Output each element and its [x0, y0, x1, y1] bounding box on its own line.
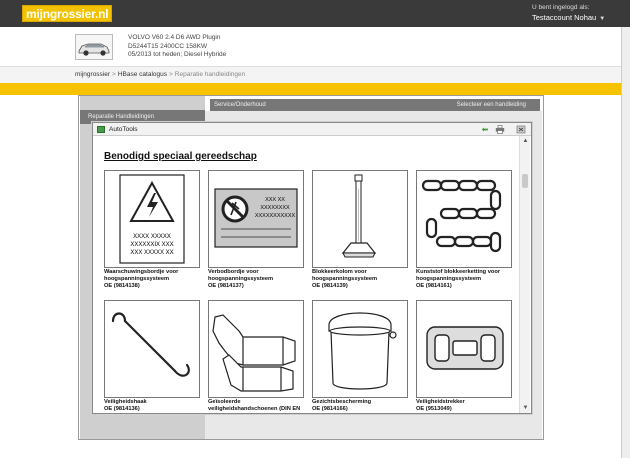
vehicle-description: VOLVO V60 2.4 D6 AWD Plugin D5244T15 240… — [128, 34, 226, 60]
locking-pole-icon — [312, 170, 408, 268]
vehicle-model: VOLVO V60 2.4 D6 AWD Plugin — [128, 34, 221, 41]
select-manual-label[interactable]: Selecteer een handleiding — [457, 99, 526, 111]
tool-name: Blokkeerkolom voor hoogspanningssysteem — [312, 269, 378, 282]
tool-card-face-shield[interactable]: Gezichtsbescherming OE (9814166) — [312, 300, 408, 413]
tool-card-warning-sign[interactable]: XXXX XXXXX XXXXXXIX XXX XXX XXXXX XX Waa… — [104, 170, 200, 289]
tool-name: Waarschuwingsbordje voor hoogspanningssy… — [104, 269, 179, 282]
sign-text-line-2: XXXXXXXX — [260, 205, 290, 211]
tool-card-prohibition-sign[interactable]: XXX XX XXXXXXXX XXXXXXXXXXX Verbodbordje… — [208, 170, 304, 289]
scroll-thumb[interactable] — [522, 174, 528, 188]
face-shield-icon — [312, 300, 408, 398]
plastic-chain-icon — [416, 170, 512, 268]
dialog-title: AutoTools — [109, 126, 138, 133]
breadcrumb-current: Reparatie handleidingen — [174, 71, 246, 78]
tool-code: OE (9814137) — [208, 282, 244, 289]
tool-name: Kunststof blokkeerketting voor hoogspann… — [416, 269, 501, 282]
insulated-gloves-icon — [208, 300, 304, 398]
sign-text-line-1: XXXX XXXXX — [133, 234, 171, 240]
page-scrollbar[interactable] — [621, 27, 630, 458]
tab-service[interactable]: Service/Onderhoud — [214, 102, 266, 108]
vehicle-period: 05/2013 tot heden; Diesel Hybride — [128, 51, 227, 58]
tool-name: Verbodbordje voor hoogspanningssysteem — [208, 269, 274, 282]
tool-card-safety-hook[interactable]: Veiligheidshaak OE (9814136) — [104, 300, 200, 413]
back-arrow-icon[interactable]: ⬅ — [480, 125, 490, 134]
chevron-down-icon: ▼ — [599, 16, 606, 22]
dialog-scrollbar[interactable]: ▲ ▼ — [519, 136, 530, 413]
sign-text-line-3: XXXXXXXXXXX — [255, 213, 296, 219]
car-thumbnail — [75, 34, 113, 60]
scroll-down-icon[interactable]: ▼ — [520, 405, 531, 411]
account-name: Testaccount Nohau — [532, 13, 597, 22]
top-navigation-bar: mijngrossier.nl U bent ingelogd als: Tes… — [0, 0, 630, 27]
sign-text-line-2: XXXXXXIX XXX — [130, 242, 173, 248]
account-menu[interactable]: Testaccount Nohau ▼ — [532, 13, 605, 22]
tool-code: OE (9513049) — [416, 405, 452, 412]
breadcrumb-catalog[interactable]: HBase catalogus — [118, 71, 167, 78]
login-label: U bent ingelogd als: — [532, 4, 590, 11]
sign-text-line-1: XXX XX — [265, 197, 285, 203]
tool-code: OE (9814166) — [312, 405, 348, 412]
safety-puller-icon — [416, 300, 512, 398]
tool-name: Gezichtsbescherming — [312, 399, 372, 405]
dialog-content: Benodigd speciaal gereedschap XXXX XXXXX… — [93, 136, 519, 413]
safety-hook-icon — [104, 300, 200, 398]
breadcrumb-home[interactable]: mijngrossier — [75, 71, 110, 78]
tool-name: Veiligheidstrekker — [416, 399, 465, 405]
close-icon[interactable] — [516, 125, 526, 134]
tool-card-locking-pole[interactable]: Blokkeerkolom voor hoogspanningssysteem … — [312, 170, 408, 289]
tool-card-safety-puller[interactable]: Veiligheidstrekker OE (9513049) — [416, 300, 512, 413]
sign-text-line-3: XXX XXXXX XX — [130, 250, 173, 256]
print-icon[interactable] — [495, 125, 505, 134]
accent-band — [0, 83, 621, 95]
vehicle-info-bar: VOLVO V60 2.4 D6 AWD Plugin D5244T15 240… — [0, 27, 621, 67]
breadcrumb: mijngrossier > HBase catalogus > Reparatie h… — [0, 67, 621, 83]
autotools-dialog: AutoTools ⬅ Benodigd speciaal gereedscha… — [92, 122, 532, 414]
background-tab-bar: Service/Onderhoud Selecteer een handleid… — [210, 99, 540, 111]
section-heading: Benodigd speciaal gereedschap — [104, 151, 257, 162]
prohibition-sign-icon: XXX XX XXXXXXXX XXXXXXXXXXX — [208, 170, 304, 268]
tool-code: OE (9814136) — [104, 405, 140, 412]
tool-name: Geïsoleerde veiligheidshandschoenen (DIN… — [208, 399, 301, 413]
tool-code: OE (9814138) — [104, 282, 140, 289]
app-icon — [97, 126, 105, 133]
tool-card-plastic-chain[interactable]: Kunststof blokkeerketting voor hoogspann… — [416, 170, 512, 289]
warning-sign-icon: XXXX XXXXX XXXXXXIX XXX XXX XXXXX XX — [104, 170, 200, 268]
tool-code: OE (9814161) — [416, 282, 452, 289]
dialog-titlebar: AutoTools ⬅ — [93, 123, 531, 136]
vehicle-engine: D5244T15 2400CC 158KW — [128, 42, 208, 50]
site-logo[interactable]: mijngrossier.nl — [22, 5, 113, 22]
tool-name: Veiligheidshaak — [104, 399, 147, 405]
scroll-up-icon[interactable]: ▲ — [520, 138, 531, 144]
tool-card-insulated-gloves[interactable]: Geïsoleerde veiligheidshandschoenen (DIN… — [208, 300, 304, 413]
tool-code: OE (9814139) — [312, 282, 348, 289]
